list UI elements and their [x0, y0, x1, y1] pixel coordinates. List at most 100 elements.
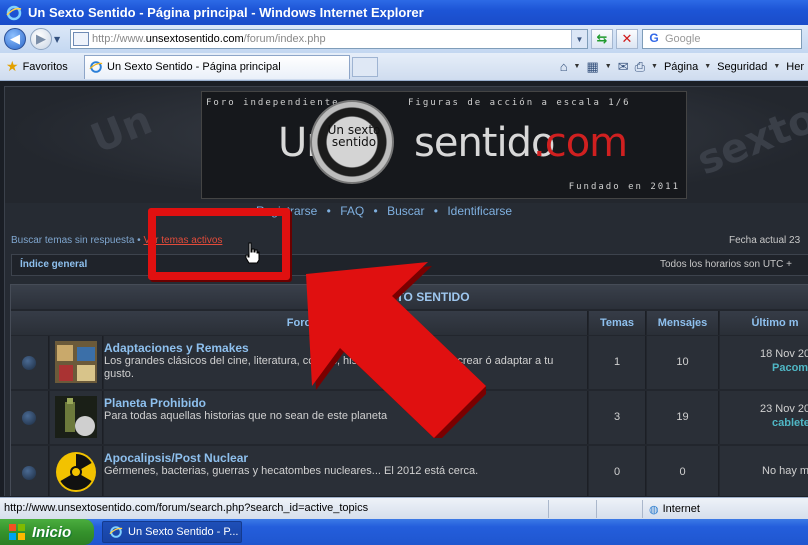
feeds-icon[interactable]: ▦ — [586, 59, 598, 75]
history-dropdown-button[interactable]: ▼ — [54, 35, 64, 44]
back-button[interactable]: ◀ — [4, 28, 26, 50]
favorites-button[interactable]: ★ Favoritos — [0, 58, 80, 75]
banner-tagline-left: Foro independiente — [206, 98, 340, 108]
taskbar: Inicio Un Sexto Sentido - P... — [0, 519, 808, 545]
faq-link[interactable]: FAQ — [340, 204, 364, 218]
adaptaciones-thumbnail-icon — [55, 341, 97, 383]
forum-title-link[interactable]: Apocalipsis/Post Nuclear — [104, 451, 248, 465]
feeds-dropdown-icon[interactable]: ▼ — [605, 63, 612, 70]
command-bar: ⌂ ▼ ▦ ▼ ✉ ⎙ ▼ Página ▼ Seguridad ▼ Her — [560, 59, 808, 75]
forum-status-icon — [22, 356, 36, 370]
url-prefix: http://www. — [92, 33, 146, 45]
status-divider — [596, 500, 597, 518]
forum-image-cell — [50, 446, 103, 496]
forum-title-link[interactable]: Adaptaciones y Remakes — [104, 341, 249, 355]
address-toolbar: ◀ ▶ ▼ http://www. unsextosentido.com/foru… — [0, 25, 808, 53]
topic-count: 0 — [589, 446, 646, 496]
last-post-user-link[interactable]: Pacom — [772, 362, 808, 374]
nav-separator: • — [433, 204, 438, 218]
stop-button[interactable]: ✕ — [616, 29, 638, 49]
banner-tagline-right: Figuras de acción a escala 1/6 — [408, 98, 631, 108]
status-url: http://www.unsextosentido.com/forum/sear… — [4, 502, 369, 514]
status-bar: http://www.unsextosentido.com/forum/sear… — [0, 497, 808, 519]
forum-row: Apocalipsis/Post Nuclear Gérmenes, bacte… — [11, 446, 808, 496]
forum-info-cell: Apocalipsis/Post Nuclear Gérmenes, bacte… — [104, 446, 588, 496]
taskbar-item-label: Un Sexto Sentido - P... — [128, 526, 239, 538]
status-divider — [548, 500, 549, 518]
forum-title-link[interactable]: Planeta Prohibido — [104, 396, 206, 410]
nav-separator: • — [326, 204, 331, 218]
favorites-tab-bar: ★ Favoritos Un Sexto Sentido - Página pr… — [0, 53, 808, 81]
forum-status-icon — [22, 466, 36, 480]
refresh-button[interactable]: ⇆ — [591, 29, 613, 49]
site-banner-logo[interactable]: Foro independiente Figuras de acción a e… — [201, 91, 687, 199]
stop-icon: ✕ — [621, 31, 633, 47]
col-last-post: Último m — [720, 311, 808, 335]
board-index-link[interactable]: Índice general — [20, 259, 87, 270]
security-zone[interactable]: ◍ Internet — [642, 500, 808, 518]
planeta-prohibido-thumbnail-icon — [55, 396, 97, 438]
home-dropdown-icon[interactable]: ▼ — [574, 63, 581, 70]
last-post-date: 18 Nov 20 — [760, 348, 808, 360]
post-count: 10 — [647, 336, 719, 389]
forum-status-cell — [11, 391, 49, 444]
last-post-cell: No hay m — [720, 446, 808, 496]
search-link[interactable]: Buscar — [387, 204, 424, 218]
forum-status-cell — [11, 336, 49, 389]
page-menu[interactable]: Página — [664, 61, 698, 73]
security-dropdown-icon[interactable]: ▼ — [773, 63, 780, 70]
window-title-bar[interactable]: Un Sexto Sentido - Página principal - Wi… — [0, 0, 808, 25]
red-arrow-icon — [306, 262, 486, 438]
forum-image-cell — [50, 336, 103, 389]
subnav-separator: • — [137, 235, 141, 246]
logo-word-com: .com — [533, 120, 628, 166]
radiation-icon — [56, 452, 96, 492]
tools-menu[interactable]: Her — [786, 61, 804, 73]
last-post-user-link[interactable]: cablete — [772, 417, 808, 429]
banner-founded: Fundado en 2011 — [568, 182, 680, 192]
address-dropdown-button[interactable]: ▼ — [571, 30, 587, 48]
page-dropdown-icon[interactable]: ▼ — [704, 63, 711, 70]
search-input[interactable]: G Google — [642, 29, 802, 49]
star-icon: ★ — [6, 58, 19, 74]
start-button[interactable]: Inicio — [0, 519, 94, 545]
nav-separator: • — [373, 204, 378, 218]
header-background: Un sexto Foro independiente Figuras de a… — [5, 87, 808, 203]
search-placeholder: Google — [665, 33, 701, 45]
print-icon[interactable]: ⎙ — [635, 59, 645, 75]
login-link[interactable]: Identificarse — [447, 204, 512, 218]
col-posts: Mensajes — [647, 311, 719, 335]
new-tab-button[interactable] — [352, 56, 378, 77]
forum-status-icon — [22, 411, 36, 425]
forum-image-cell — [50, 391, 103, 444]
start-label: Inicio — [32, 523, 72, 541]
refresh-icon: ⇆ — [596, 31, 608, 47]
print-dropdown-icon[interactable]: ▼ — [651, 63, 658, 70]
window-title: Un Sexto Sentido - Página principal - Wi… — [28, 5, 424, 20]
url-domain: unsextosentido.com — [145, 33, 244, 45]
internet-explorer-icon — [109, 526, 123, 538]
taskbar-item-browser[interactable]: Un Sexto Sentido - P... — [102, 521, 242, 543]
home-icon[interactable]: ⌂ — [560, 59, 568, 74]
unanswered-topics-link[interactable]: Buscar temas sin respuesta — [11, 235, 134, 246]
internet-explorer-icon — [89, 61, 103, 73]
last-post-cell: 18 Nov 20 Pacom — [720, 336, 808, 389]
last-post-cell: 23 Nov 20 cablete — [720, 391, 808, 444]
last-post-date: 23 Nov 20 — [760, 403, 808, 415]
security-menu[interactable]: Seguridad — [717, 61, 767, 73]
post-count: 0 — [647, 446, 719, 496]
address-field[interactable]: http://www. unsextosentido.com/forum/inde… — [70, 29, 588, 49]
tab-active[interactable]: Un Sexto Sentido - Página principal — [84, 54, 350, 79]
mail-icon[interactable]: ✉ — [618, 59, 629, 75]
internet-explorer-icon — [6, 5, 22, 20]
tab-label: Un Sexto Sentido - Página principal — [107, 61, 281, 73]
highlight-box — [148, 208, 290, 280]
google-icon: G — [649, 31, 659, 45]
favorites-label: Favoritos — [22, 60, 68, 73]
url-path: /forum/index.php — [243, 33, 326, 45]
forum-status-cell — [11, 446, 49, 496]
col-topics: Temas — [589, 311, 646, 335]
hand-cursor-icon — [245, 242, 260, 264]
forward-button[interactable]: ▶ — [30, 28, 52, 50]
page-icon — [73, 32, 89, 46]
